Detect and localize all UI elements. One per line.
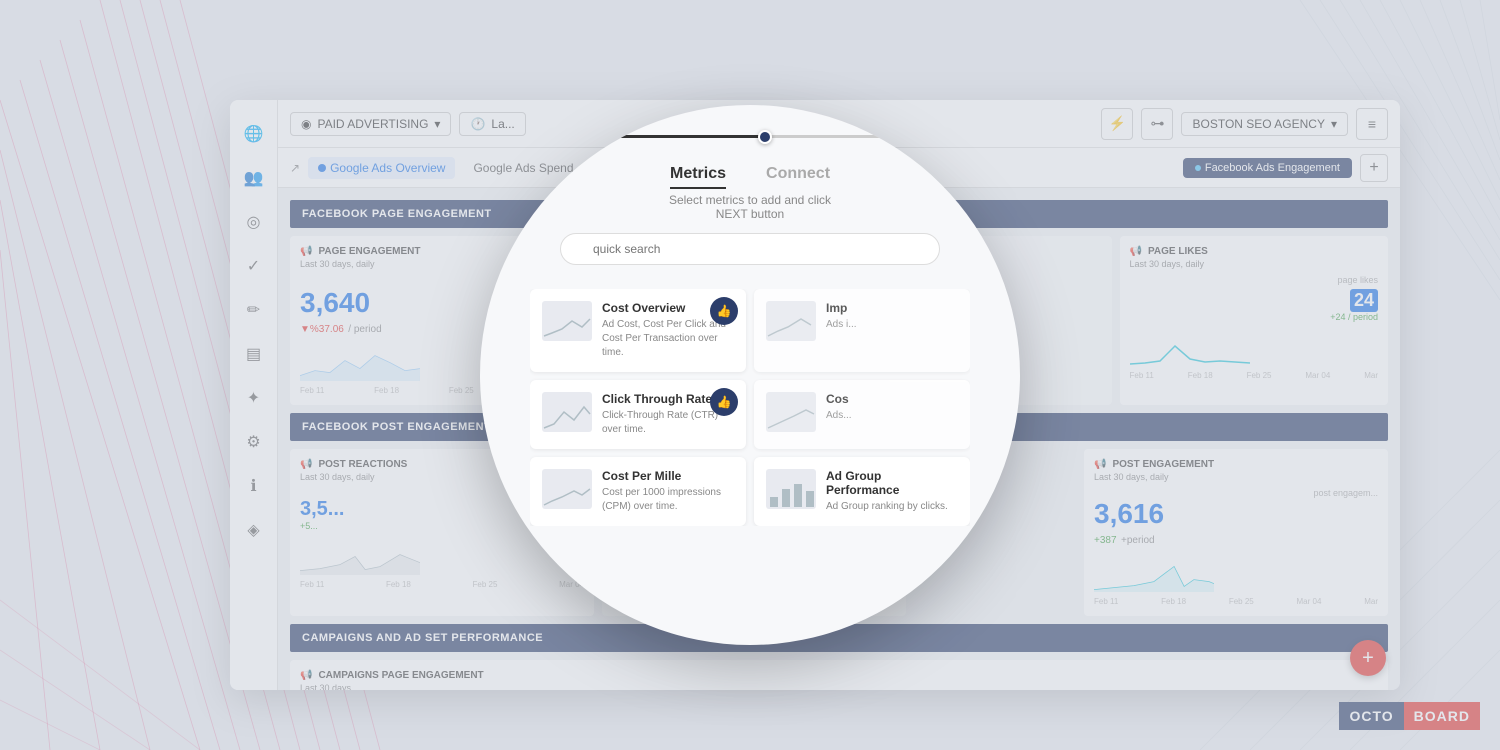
metric-chart-imp xyxy=(766,301,816,341)
metric-info-cw: Cos Ads... xyxy=(826,392,958,423)
slider-fill xyxy=(600,135,765,138)
metric-thumb-imp xyxy=(766,301,816,341)
metric-item-adgroup[interactable]: Ad Group Performance Ad Group ranking by… xyxy=(754,457,970,526)
search-input[interactable] xyxy=(560,233,940,265)
modal-tab-metrics[interactable]: Metrics xyxy=(670,165,726,189)
modal-subtitle: Select metrics to add and click NEXT but… xyxy=(669,193,831,221)
modal-slider-area xyxy=(600,135,900,138)
metric-like-ctr[interactable]: 👍 xyxy=(710,388,738,416)
metric-desc-cw: Ads... xyxy=(826,409,958,423)
metric-info-cpm: Cost Per Mille Cost per 1000 impressions… xyxy=(602,469,734,514)
slider-track xyxy=(600,135,900,138)
metrics-grid: Cost Overview Ad Cost, Cost Per Click an… xyxy=(530,289,970,526)
slider-thumb2 xyxy=(895,132,905,142)
metric-item-ctr[interactable]: Click Through Rate Click-Through Rate (C… xyxy=(530,380,746,449)
metric-thumb-cw xyxy=(766,392,816,432)
metric-info-ag: Ad Group Performance Ad Group ranking by… xyxy=(826,469,958,514)
metric-desc-cost: Ad Cost, Cost Per Click and Cost Per Tra… xyxy=(602,318,734,360)
metric-chart-cpm xyxy=(542,469,592,509)
modal-tabs: Metrics Connect xyxy=(670,165,830,189)
modal-circle: Metrics Connect Select metrics to add an… xyxy=(480,105,1020,645)
metric-item-impressions[interactable]: Imp Ads i... xyxy=(754,289,970,372)
modal-search-wrap: 🔍 xyxy=(560,233,940,277)
metric-name-ag: Ad Group Performance xyxy=(826,469,958,497)
metric-name-cpm: Cost Per Mille xyxy=(602,469,734,483)
metric-thumb-ag xyxy=(766,469,816,509)
modal-tab-connect[interactable]: Connect xyxy=(766,165,830,189)
metric-desc-cpm: Cost per 1000 impressions (CPM) over tim… xyxy=(602,486,734,514)
metric-chart-cw xyxy=(766,392,816,432)
metric-chart-cost xyxy=(542,301,592,341)
metric-chart-ag xyxy=(766,469,816,509)
slider-thumb[interactable] xyxy=(758,130,772,144)
metric-desc-ctr: Click-Through Rate (CTR) over time. xyxy=(602,409,734,437)
modal-overlay: Metrics Connect Select metrics to add an… xyxy=(0,0,1500,750)
metric-item-cost-overview[interactable]: Cost Overview Ad Cost, Cost Per Click an… xyxy=(530,289,746,372)
metric-name-imp: Imp xyxy=(826,301,958,315)
metric-thumb-cost xyxy=(542,301,592,341)
metric-chart-ctr xyxy=(542,392,592,432)
metric-item-cpm[interactable]: Cost Per Mille Cost per 1000 impressions… xyxy=(530,457,746,526)
metric-info-imp: Imp Ads i... xyxy=(826,301,958,332)
metric-thumb-ctr xyxy=(542,392,592,432)
metric-name-cw: Cos xyxy=(826,392,958,406)
metric-desc-ag: Ad Group ranking by clicks. xyxy=(826,500,958,514)
metric-item-cost-widget[interactable]: Cos Ads... xyxy=(754,380,970,449)
metric-desc-imp: Ads i... xyxy=(826,318,958,332)
metric-thumb-cpm xyxy=(542,469,592,509)
metric-like-cost[interactable]: 👍 xyxy=(710,297,738,325)
